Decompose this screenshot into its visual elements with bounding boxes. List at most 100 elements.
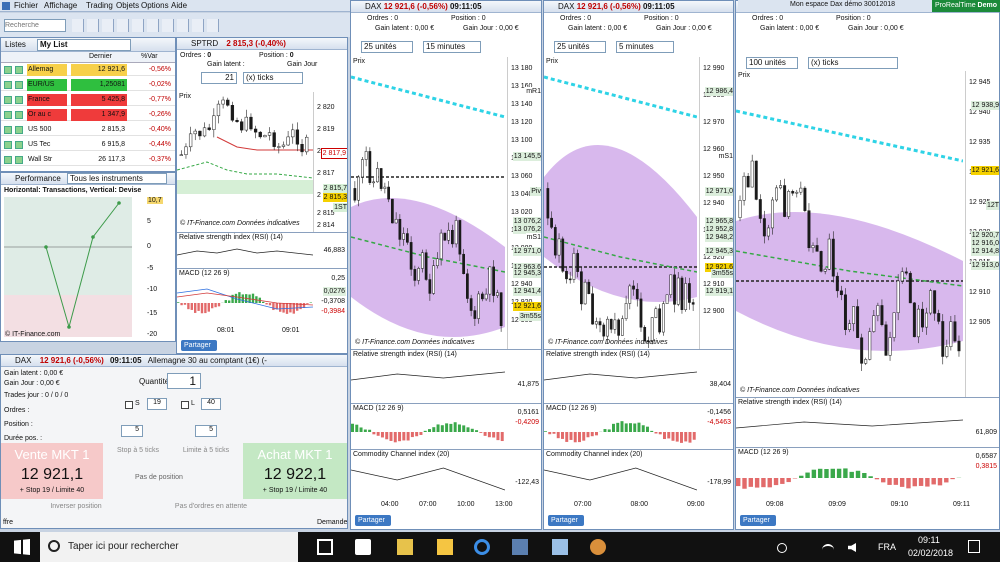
macd-panel[interactable]: MACD (12 26 9) -0,1456 -4,5463 (544, 403, 733, 449)
limit-ticks-input[interactable]: 5 (195, 425, 217, 437)
candle-body (286, 136, 290, 146)
row-status-icon[interactable] (4, 141, 12, 149)
candle-body (957, 340, 961, 352)
macd-bar (629, 423, 632, 432)
row-last: 12 921,6 (71, 64, 127, 76)
watchlist-row[interactable]: Or au c 1 347,9 -0,26% (1, 109, 175, 121)
folder-icon[interactable] (437, 539, 453, 555)
rsi-panel[interactable]: Relative strength index (RSI) (14) 41,875 (351, 349, 541, 403)
clock-time[interactable]: 09:11 (918, 535, 940, 545)
sptrd-rsi[interactable]: Relative strength index (RSI) (14) 46,88… (177, 232, 347, 268)
watchlist-tab[interactable]: Listes (5, 40, 26, 49)
limit-input[interactable]: 40 (201, 398, 221, 410)
watchlist-row[interactable]: Wall Str 26 117,3 -0,37% (1, 154, 175, 166)
buy-button[interactable]: Achat MKT 1 12 922,1 + Stop 19 / Limite … (243, 443, 347, 499)
menu-trading[interactable]: Trading (86, 1, 113, 10)
sptrd-ticks[interactable]: (x) ticks (243, 72, 303, 84)
search-input[interactable] (4, 19, 66, 32)
macd-bar (881, 478, 886, 483)
watchlist-row[interactable]: US Tec 6 915,8 -0,44% (1, 139, 175, 151)
units-select[interactable]: 100 unités (746, 57, 798, 69)
network-icon[interactable] (822, 544, 834, 552)
macd-panel[interactable]: MACD (12 26 9) 0,5161 -0,4209 (351, 403, 541, 449)
stop-ticks-input[interactable]: 5 (121, 425, 143, 437)
toolbar-icons[interactable] (72, 19, 222, 32)
row-status-icon[interactable] (4, 111, 12, 119)
row-status-icon[interactable] (4, 126, 12, 134)
qty-input[interactable]: 1 (167, 373, 201, 389)
cci-panel[interactable]: Commodity Channel index (20) -122,43 (351, 449, 541, 495)
cci-panel[interactable]: Commodity Channel index (20) -178,99 (544, 449, 733, 495)
stop-5-ticks-button[interactable]: Stop à 5 ticks (107, 447, 169, 459)
row-add-icon[interactable] (15, 66, 23, 74)
stop-checkbox[interactable] (125, 401, 133, 409)
row-add-icon[interactable] (15, 126, 23, 134)
price-chart[interactable]: Prix12 94512 94012 93512 93012 92512 920… (736, 71, 999, 397)
row-status-icon[interactable] (4, 156, 12, 164)
limit-checkbox[interactable] (181, 401, 189, 409)
java-icon[interactable] (512, 539, 528, 555)
paint-icon[interactable] (590, 539, 606, 555)
row-add-icon[interactable] (15, 156, 23, 164)
share-button[interactable]: Partager (181, 340, 217, 351)
stop-input[interactable]: 19 (147, 398, 167, 410)
watchlist-row[interactable]: EUR/US 1,25081 -0,02% (1, 79, 175, 91)
watchlist-select[interactable]: My List (37, 39, 131, 51)
menu-options[interactable]: Options (141, 1, 169, 10)
windows-start-icon[interactable] (14, 539, 30, 555)
col-last[interactable]: Dernier (89, 53, 112, 60)
macd-bar (436, 424, 440, 432)
instrument-filter[interactable]: Tous les instruments (67, 173, 167, 184)
row-status-icon[interactable] (4, 96, 12, 104)
clock-date[interactable]: 02/02/2018 (908, 548, 953, 558)
period-select[interactable]: 5 minutes (616, 41, 674, 53)
row-add-icon[interactable] (15, 81, 23, 89)
menu-fichier[interactable]: Fichier (14, 1, 38, 10)
task-view-icon[interactable] (317, 539, 333, 555)
sptrd-macd[interactable]: MACD (12 26 9) 0,25 0,0276 -0,3708 -0,39… (177, 268, 347, 328)
rsi-panel[interactable]: Relative strength index (RSI) (14) 61,809 (736, 397, 999, 447)
period-select[interactable]: (x) ticks (808, 57, 898, 69)
col-var[interactable]: %Var (141, 53, 158, 60)
period-select[interactable]: 15 minutes (423, 41, 481, 53)
people-icon[interactable] (777, 543, 787, 553)
rsi-panel[interactable]: Relative strength index (RSI) (14) 38,404 (544, 349, 733, 403)
share-button[interactable]: Partager (355, 515, 391, 526)
sptrd-price-chart[interactable]: Prix 2 8202 819 2 8182 817 2 8162 815 2 … (177, 92, 347, 232)
price-chart[interactable]: Prix12 99012 98012 97012 96012 95012 940… (544, 57, 733, 349)
sell-button[interactable]: Vente MKT 1 12 921,1 + Stop 19 / Limite … (1, 443, 103, 499)
price-chart[interactable]: Prix13 18013 16013 14013 12013 10013 080… (351, 57, 541, 349)
account-label: Mon espace Dax démo 30012018 (790, 1, 896, 8)
share-button[interactable]: Partager (548, 515, 584, 526)
volume-icon[interactable] (848, 543, 856, 552)
price-tag: 12 921,6 (512, 302, 541, 311)
macd-panel[interactable]: MACD (12 26 9) 0,6587 0,3815 (736, 447, 999, 505)
menu-affichage[interactable]: Affichage (44, 1, 77, 10)
no-pending-orders-button[interactable]: Pas d'ordres en attente (151, 503, 271, 515)
app-icon-2[interactable] (552, 539, 568, 555)
language-indicator[interactable]: FRA (878, 542, 896, 552)
explorer-icon[interactable] (397, 539, 413, 555)
edge-icon[interactable] (474, 539, 490, 555)
menu-aide[interactable]: Aide (171, 1, 187, 10)
row-status-icon[interactable] (4, 81, 12, 89)
menu-objets[interactable]: Objets (116, 1, 139, 10)
macd-bar (177, 302, 180, 303)
units-select[interactable]: 25 unités (361, 41, 413, 53)
row-add-icon[interactable] (15, 111, 23, 119)
watchlist-row[interactable]: Allemag 12 921,6 -0,56% (1, 64, 175, 76)
row-add-icon[interactable] (15, 96, 23, 104)
sptrd-units[interactable]: 21 (201, 72, 237, 84)
store-icon[interactable] (355, 539, 371, 555)
limit-5-ticks-button[interactable]: Limite à 5 ticks (175, 447, 237, 459)
taskbar-search[interactable]: Taper ici pour rechercher (40, 532, 298, 562)
share-button[interactable]: Partager (740, 515, 776, 526)
watchlist-row[interactable]: US 500 2 815,3 -0,40% (1, 124, 175, 136)
row-add-icon[interactable] (15, 141, 23, 149)
price-tag: 12T (985, 201, 999, 210)
notifications-icon[interactable] (968, 540, 980, 553)
watchlist-row[interactable]: France 5 425,8 -0,77% (1, 94, 175, 106)
row-status-icon[interactable] (4, 66, 12, 74)
reverse-position-button[interactable]: Inverser position (31, 503, 121, 515)
units-select[interactable]: 25 unités (554, 41, 606, 53)
